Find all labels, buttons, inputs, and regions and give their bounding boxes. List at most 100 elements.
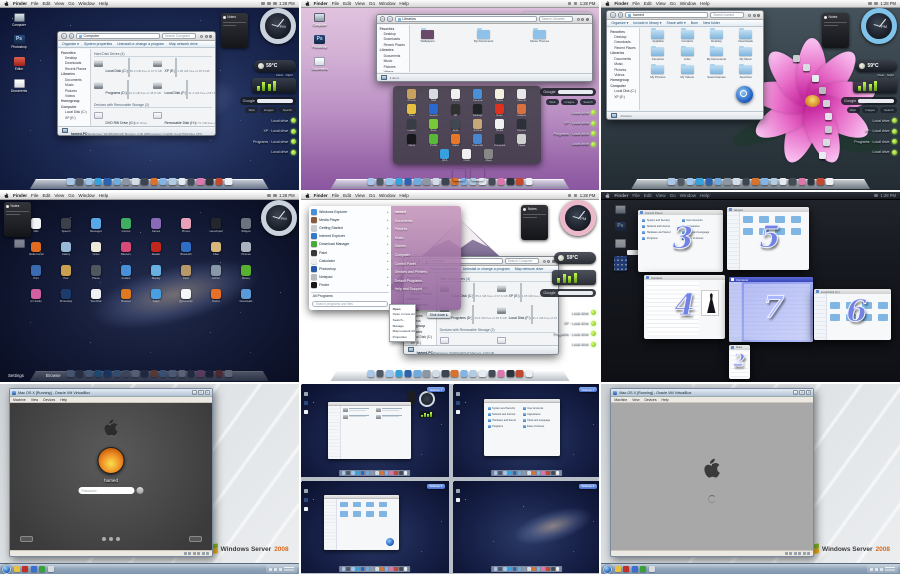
active-app-name[interactable]: Finder <box>614 1 628 6</box>
vm-menu-item[interactable]: Machine <box>614 398 627 402</box>
dock-icon[interactable] <box>168 177 177 185</box>
google-search-widget[interactable]: Google <box>540 289 597 297</box>
notes-widget[interactable]: Notes <box>220 13 248 48</box>
user-folder[interactable]: AppData <box>643 28 672 43</box>
start-menu-item[interactable]: Media Player ▸ <box>310 216 389 224</box>
clock-widget[interactable]: PM <box>560 200 597 236</box>
window-thumb-2[interactable]: Notes 2 <box>729 345 751 379</box>
explorer-window-thumb[interactable] <box>327 402 411 459</box>
taskbar-icon[interactable] <box>631 566 638 572</box>
status-icon[interactable] <box>874 1 878 6</box>
apple-menu-icon[interactable] <box>4 1 9 6</box>
desktop-icon[interactable] <box>607 205 633 214</box>
document-icon[interactable] <box>303 506 309 511</box>
menu-item[interactable]: Window <box>78 193 94 198</box>
user-folder[interactable]: Desktop <box>702 28 731 43</box>
start-menu-item[interactable]: Finder ▸ <box>310 281 389 289</box>
taskbar-icon[interactable] <box>13 566 20 572</box>
menu-item[interactable]: Go <box>369 193 375 198</box>
taskbar-icon[interactable] <box>39 566 45 572</box>
dock-icon[interactable] <box>677 177 685 185</box>
launchpad-app[interactable]: Firefox <box>209 288 224 303</box>
launchpad-app[interactable]: Art Studio <box>29 288 44 303</box>
dock-icon[interactable] <box>404 369 412 377</box>
dock-icon[interactable] <box>178 177 186 185</box>
dock-icon[interactable] <box>525 369 533 377</box>
tray-icon[interactable] <box>879 567 883 571</box>
vm-menu-item[interactable]: View <box>632 398 639 402</box>
launchpad-app[interactable]: Archive <box>470 119 485 132</box>
vm-title-bar[interactable]: Mac OS X [Running] - Oracle VM VirtualBo… <box>611 389 814 397</box>
stack-item-icon[interactable] <box>793 55 801 62</box>
dock-icon[interactable] <box>441 369 450 377</box>
vm-menu-item[interactable]: Help <box>662 398 669 402</box>
desktop-icon[interactable]: Ps <box>607 222 633 231</box>
search-box[interactable]: Search Computer <box>162 33 196 39</box>
equalizer-widget[interactable] <box>251 78 296 93</box>
launchpad-app[interactable]: Maps <box>481 149 496 162</box>
launchpad-app[interactable]: Safari <box>149 288 164 303</box>
taskbar-icon[interactable] <box>47 566 54 572</box>
menu-item[interactable]: Edit <box>644 1 652 6</box>
folder-icon[interactable] <box>878 314 889 321</box>
control-panel-item[interactable]: User Accounts <box>522 407 558 410</box>
launchpad-app[interactable]: WordPad <box>89 288 104 303</box>
folder-icon[interactable] <box>791 216 802 223</box>
library-item[interactable]: Movie Themes <box>525 28 555 66</box>
dock-icon[interactable] <box>206 177 214 185</box>
folder-icon[interactable] <box>878 302 889 309</box>
launchpad-app[interactable]: Clock <box>459 149 474 162</box>
command-bar-item[interactable]: Map network drive <box>169 42 198 46</box>
dock-icon[interactable] <box>66 369 75 377</box>
folder-icon[interactable] <box>830 302 841 309</box>
start-right-item[interactable]: Games <box>395 244 457 248</box>
window-thumb-6[interactable]: Local Disk (C:) 6 <box>814 289 892 340</box>
tray-icon[interactable] <box>278 567 282 571</box>
forward-button[interactable]: › <box>387 16 393 22</box>
back-button[interactable]: ‹ <box>379 16 386 22</box>
launchpad-app[interactable]: Games <box>149 218 164 233</box>
desktop-icon-computer[interactable]: Computer <box>307 13 333 27</box>
sidebar-item[interactable]: Local Disk (C:) <box>61 110 90 115</box>
tray-icon[interactable] <box>268 567 272 571</box>
dock-icon[interactable] <box>376 177 384 185</box>
menu-clock[interactable]: 1:28 PM <box>580 193 596 198</box>
launchpad-app[interactable]: Bluetooth <box>179 241 194 256</box>
photoshop-icon[interactable] <box>455 401 461 405</box>
dock-icon[interactable] <box>422 177 431 185</box>
vm-menu-item[interactable]: Help <box>60 398 67 402</box>
menu-item[interactable]: View <box>355 1 365 6</box>
launchpad-app[interactable]: Widgets <box>239 218 254 233</box>
status-icon[interactable] <box>567 193 572 198</box>
menu-item[interactable]: Go <box>670 193 676 198</box>
minimize-button[interactable]: _ <box>792 390 799 395</box>
dock-icon[interactable] <box>178 369 186 377</box>
user-folder[interactable]: Links <box>673 45 702 61</box>
dock-icon[interactable] <box>196 369 205 377</box>
menu-item[interactable]: File <box>632 193 639 198</box>
window-thumb-5[interactable]: hamed 5 <box>727 207 810 270</box>
folder-icon[interactable] <box>830 314 841 321</box>
notes-widget[interactable]: Notes <box>4 202 31 237</box>
dock-icon[interactable] <box>224 369 233 377</box>
dock-icon[interactable] <box>450 369 459 377</box>
folder-icon[interactable] <box>791 228 802 235</box>
minimize-button[interactable] <box>204 34 208 38</box>
sidebar-item[interactable]: Videos <box>380 70 409 72</box>
vm-menu-item[interactable]: Devices <box>644 398 656 402</box>
drive-item[interactable]: Programs (D:) 24.6 GB free of 48.8 GB <box>94 79 161 99</box>
launchpad-app[interactable]: Paint <box>179 265 194 280</box>
dock-icon[interactable] <box>385 369 394 377</box>
minimize-button[interactable] <box>581 17 585 21</box>
menu-clock[interactable]: 1:28 PM <box>279 193 295 198</box>
dock-icon[interactable] <box>94 369 102 377</box>
search-button[interactable]: Web <box>545 99 559 105</box>
dock-icon[interactable] <box>103 369 112 377</box>
start-right-item[interactable]: Documents <box>395 219 457 223</box>
dock-icon[interactable] <box>131 177 140 185</box>
folders-window-thumb[interactable] <box>323 494 399 550</box>
dock-icon[interactable] <box>159 369 168 377</box>
dock-icon[interactable] <box>140 177 149 185</box>
desktop-icon-photoshop[interactable]: Ps Photoshop <box>6 35 32 49</box>
launchpad-app[interactable]: Frame <box>448 89 463 102</box>
